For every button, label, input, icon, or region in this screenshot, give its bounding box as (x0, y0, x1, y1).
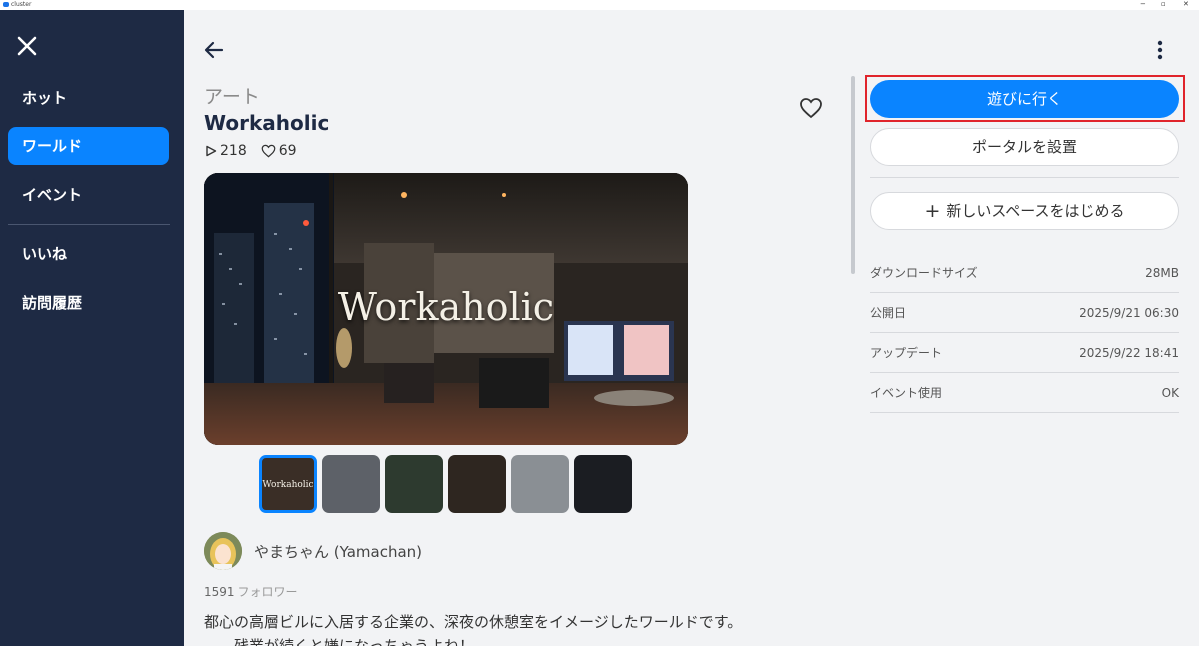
like-count: 69 (261, 143, 297, 159)
world-description: 都心の高層ビルに入居する企業の、深夜の休憩室をイメージしたワールドです。 ……残… (204, 610, 824, 646)
sidebar-item-label: 訪問履歴 (22, 294, 83, 312)
info-value: 2025/9/22 18:41 (1079, 345, 1179, 360)
follower-count: 1591 フォロワー (204, 583, 298, 600)
new-space-button[interactable]: + 新しいスペースをはじめる (870, 192, 1179, 230)
back-button[interactable] (202, 38, 226, 62)
window-close-button[interactable]: ✕ (1183, 0, 1189, 9)
new-space-label: 新しいスペースをはじめる (946, 202, 1125, 220)
sidebar-item-label: ワールド (22, 137, 83, 155)
follower-count-value: 1591 (204, 585, 235, 599)
content-scrollbar[interactable] (851, 76, 855, 274)
more-options-button[interactable] (1150, 38, 1170, 62)
info-label: アップデート (870, 346, 943, 360)
info-label: 公開日 (870, 306, 907, 320)
close-icon (17, 36, 37, 56)
more-vertical-icon (1157, 40, 1163, 60)
restore-button[interactable]: ▫ (1161, 0, 1166, 9)
like-count-value: 69 (278, 143, 297, 159)
play-icon (206, 145, 217, 157)
sidebar: ホット ワールド イベント いいね 訪問履歴 (0, 10, 184, 646)
cluster-logo-icon (3, 2, 9, 7)
sidebar-item-label: ホット (22, 89, 68, 107)
info-row-download-size: ダウンロードサイズ 28MB (870, 253, 1179, 293)
world-hero-image: Workaholic (204, 173, 688, 445)
author-link[interactable]: やまちゃん (Yamachan) (204, 532, 422, 570)
thumbnail-5[interactable] (511, 455, 569, 513)
thumbnail-3[interactable] (385, 455, 443, 513)
description-line: 都心の高層ビルに入居する企業の、深夜の休憩室をイメージしたワールドです。 (204, 613, 743, 631)
app-name: cluster (11, 1, 32, 8)
info-row-published: 公開日 2025/9/21 06:30 (870, 293, 1179, 333)
info-value: 28MB (1145, 265, 1179, 280)
play-count-value: 218 (220, 143, 247, 159)
author-avatar-image (204, 532, 242, 570)
play-count: 218 (205, 143, 247, 159)
portal-button[interactable]: ポータルを設置 (870, 128, 1179, 166)
sidebar-divider (8, 224, 170, 225)
thumbnail-strip: Workaholic (259, 455, 632, 513)
thumbnail-1[interactable]: Workaholic (259, 455, 317, 513)
sidebar-item-label: イベント (22, 186, 83, 204)
plus-icon: + (924, 200, 941, 222)
world-logo-text: Workaholic (337, 285, 555, 329)
info-value: OK (1161, 385, 1179, 400)
description-line: ……残業が続くと嫌になっちゃうよね！ (204, 637, 475, 646)
info-label: ダウンロードサイズ (870, 266, 978, 280)
heart-outline-icon (800, 98, 822, 119)
close-menu-button[interactable] (15, 34, 39, 58)
heart-icon (261, 144, 276, 158)
info-value: 2025/9/21 06:30 (1079, 305, 1179, 320)
thumbnail-4[interactable] (448, 455, 506, 513)
author-name: やまちゃん (Yamachan) (254, 542, 423, 561)
follower-count-unit: フォロワー (237, 585, 298, 599)
play-button[interactable]: 遊びに行く (870, 80, 1179, 118)
thumbnail-label: Workaholic (262, 480, 314, 490)
sidebar-item-event[interactable]: イベント (8, 176, 169, 214)
minimize-button[interactable]: − (1140, 0, 1146, 9)
sidebar-item-hot[interactable]: ホット (8, 79, 169, 117)
world-category: アート (204, 86, 260, 108)
sidebar-item-likes[interactable]: いいね (8, 235, 169, 273)
world-stats: 218 69 (205, 143, 311, 159)
arrow-left-icon (204, 41, 224, 59)
favorite-button[interactable] (799, 96, 823, 120)
avatar (204, 532, 242, 570)
info-label: イベント使用 (870, 386, 943, 400)
window-titlebar: cluster − ▫ ✕ (0, 0, 1199, 10)
app-title: cluster (3, 1, 31, 8)
world-title: Workaholic (204, 111, 330, 135)
thumbnail-6[interactable] (574, 455, 632, 513)
info-row-updated: アップデート 2025/9/22 18:41 (870, 333, 1179, 373)
divider (870, 177, 1179, 178)
sidebar-item-world[interactable]: ワールド (8, 127, 169, 165)
sidebar-item-label: いいね (22, 245, 68, 263)
info-row-event-use: イベント使用 OK (870, 373, 1179, 413)
sidebar-item-history[interactable]: 訪問履歴 (8, 284, 169, 322)
thumbnail-2[interactable] (322, 455, 380, 513)
